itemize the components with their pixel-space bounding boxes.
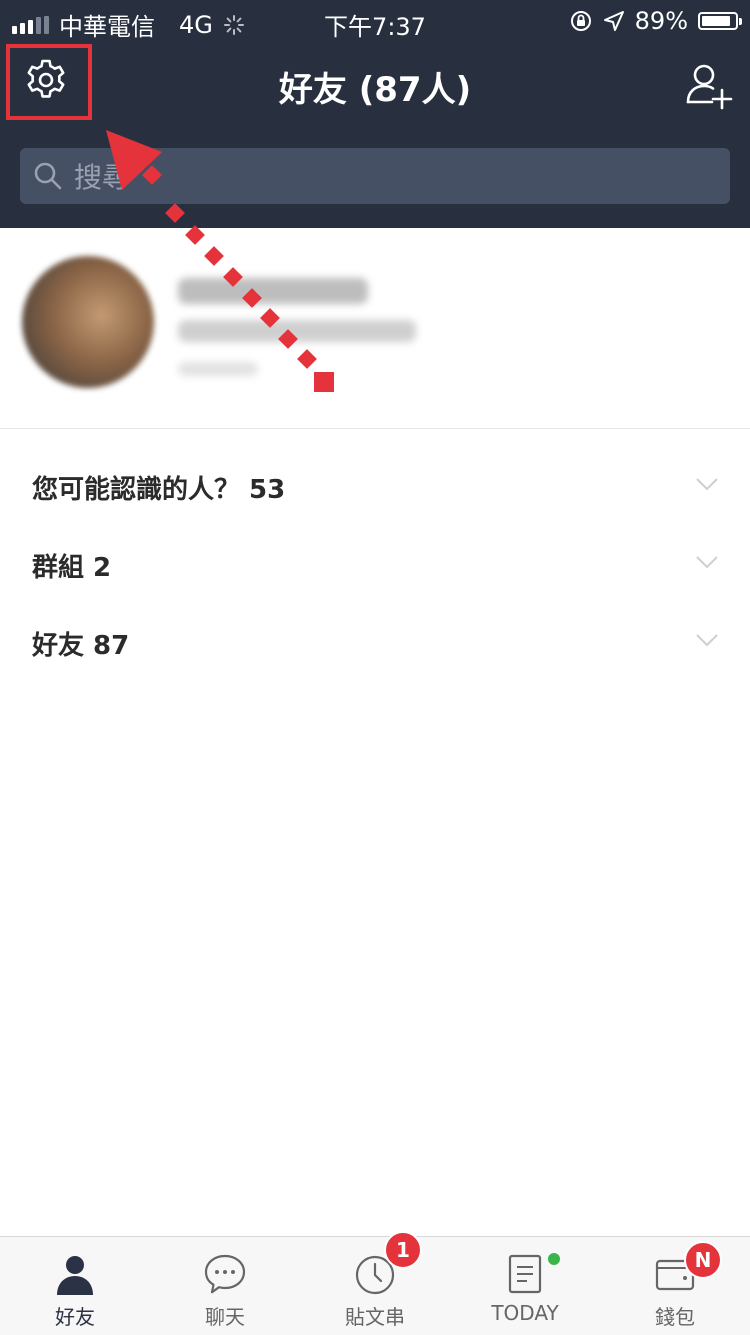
section-groups[interactable]: 群組 2 (0, 526, 750, 604)
profile-extra-blurred (178, 362, 258, 376)
section-label: 好友 87 (32, 631, 130, 661)
battery-percent: 89% (634, 7, 688, 35)
chat-bubble-icon (204, 1254, 246, 1294)
tab-bar: 好友 聊天 1 貼文串 TODAY N 錢包 (0, 1231, 750, 1335)
chevron-down-icon (696, 556, 718, 569)
add-friend-icon[interactable] (684, 60, 734, 110)
tab-wallet[interactable]: N 錢包 (600, 1237, 750, 1335)
status-bar: 中華電信 4G 下午7:37 89% (0, 0, 750, 42)
tab-label: 錢包 (655, 1305, 695, 1329)
tab-label: 好友 (55, 1305, 95, 1329)
chevron-down-icon (696, 634, 718, 647)
battery-icon (698, 12, 742, 30)
avatar (22, 256, 154, 388)
news-icon (508, 1254, 542, 1294)
tab-label: 貼文串 (345, 1305, 405, 1329)
section-label: 群組 2 (32, 553, 112, 583)
tab-today[interactable]: TODAY (450, 1237, 600, 1335)
search-input[interactable] (72, 148, 716, 206)
profile-name-blurred (178, 278, 368, 304)
tab-timeline[interactable]: 1 貼文串 (300, 1231, 450, 1335)
search-bar[interactable] (20, 148, 730, 206)
profile-status-blurred (178, 320, 416, 342)
notification-badge: 1 (384, 1231, 422, 1269)
tab-label: TODAY (491, 1301, 559, 1325)
chevron-down-icon (696, 478, 718, 491)
section-friends[interactable]: 好友 87 (0, 604, 750, 682)
location-icon (603, 11, 624, 31)
notification-badge: N (684, 1241, 722, 1279)
new-content-dot (548, 1253, 560, 1265)
header: 中華電信 4G 下午7:37 89% 好友 (87人) 搜尋 (0, 0, 750, 228)
nav-bar: 好友 (87人) (0, 42, 750, 126)
search-icon (34, 162, 62, 190)
page-title: 好友 (87人) (278, 70, 472, 110)
tab-label: 聊天 (205, 1305, 245, 1329)
tab-chats[interactable]: 聊天 (150, 1237, 300, 1335)
my-profile[interactable] (0, 228, 750, 429)
person-icon (57, 1256, 93, 1295)
section-label: 您可能認識的人？ 53 (32, 475, 286, 505)
section-suggested[interactable]: 您可能認識的人？ 53 (0, 448, 750, 526)
highlight-box (6, 44, 92, 120)
orientation-lock-icon (570, 11, 591, 31)
tab-friends[interactable]: 好友 (0, 1237, 150, 1335)
